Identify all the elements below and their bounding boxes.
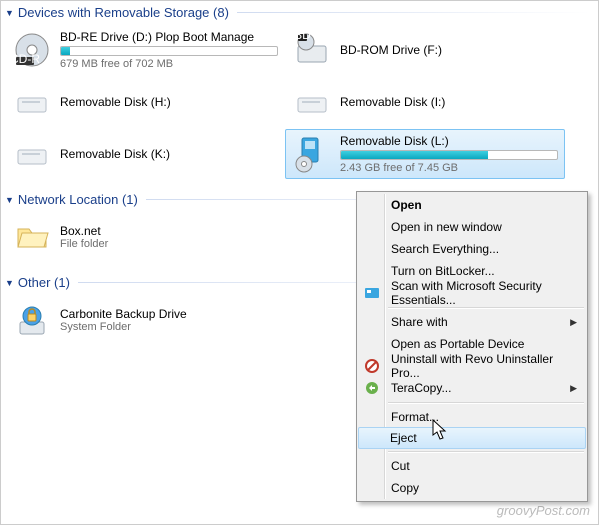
svg-text:BD: BD [294, 32, 311, 42]
drive-name: Removable Disk (I:) [340, 95, 558, 109]
removable-media-icon [292, 134, 332, 174]
menu-revo-uninstall[interactable]: Uninstall with Revo Uninstaller Pro... [359, 355, 585, 377]
watermark: groovyPost.com [497, 503, 590, 518]
collapse-icon: ▼ [5, 195, 14, 205]
item-name: Carbonite Backup Drive [60, 307, 278, 321]
drive-name: BD-ROM Drive (F:) [340, 43, 558, 57]
menu-copy[interactable]: Copy [359, 477, 585, 499]
removable-icon [12, 82, 52, 122]
menu-msse-scan[interactable]: Scan with Microsoft Security Essentials.… [359, 282, 585, 304]
drive-k[interactable]: Removable Disk (K:) [5, 129, 285, 179]
collapse-icon: ▼ [5, 278, 14, 288]
folder-icon [12, 217, 52, 257]
item-carbonite[interactable]: Carbonite Backup Drive System Folder [5, 295, 285, 345]
drive-bdre[interactable]: CD-R BD-RE Drive (D:) Plop Boot Manage 6… [5, 25, 285, 75]
divider [237, 12, 590, 13]
storage-bar [60, 46, 278, 56]
bd-icon: BD [292, 30, 332, 70]
context-menu: Open Open in new window Search Everythin… [356, 191, 588, 502]
drive-sub: 679 MB free of 702 MB [60, 58, 278, 70]
item-sub: File folder [60, 238, 278, 250]
group-title: Other (1) [18, 275, 70, 290]
item-name: Box.net [60, 224, 278, 238]
menu-format[interactable]: Format... [359, 406, 585, 428]
revo-icon [363, 357, 381, 375]
menu-separator [388, 451, 584, 452]
lock-icon [12, 300, 52, 340]
menu-cut[interactable]: Cut [359, 455, 585, 477]
cd-r-icon: CD-R [12, 30, 52, 70]
drive-sub: 2.43 GB free of 7.45 GB [340, 162, 558, 174]
item-boxnet[interactable]: Box.net File folder [5, 212, 285, 262]
menu-open-new-window[interactable]: Open in new window [359, 216, 585, 238]
storage-bar [340, 150, 558, 160]
menu-separator [388, 307, 584, 308]
menu-teracopy[interactable]: TeraCopy...▶ [359, 377, 585, 399]
menu-open[interactable]: Open [359, 194, 585, 216]
group-header-removable[interactable]: ▼ Devices with Removable Storage (8) [1, 1, 598, 22]
submenu-arrow-icon: ▶ [570, 317, 577, 328]
drive-name: Removable Disk (H:) [60, 95, 278, 109]
drive-name: Removable Disk (L:) [340, 134, 558, 148]
teracopy-icon [363, 379, 381, 397]
group-title: Devices with Removable Storage (8) [18, 5, 229, 20]
drive-bdrom[interactable]: BD BD-ROM Drive (F:) [285, 25, 565, 75]
removable-icon [12, 134, 52, 174]
menu-share-with[interactable]: Share with▶ [359, 311, 585, 333]
group-title: Network Location (1) [18, 192, 138, 207]
collapse-icon: ▼ [5, 8, 14, 18]
item-sub: System Folder [60, 321, 278, 333]
drive-name: BD-RE Drive (D:) Plop Boot Manage [60, 30, 278, 44]
removable-icon [292, 82, 332, 122]
drive-i[interactable]: Removable Disk (I:) [285, 77, 565, 127]
msse-icon [363, 284, 381, 302]
menu-search-everything[interactable]: Search Everything... [359, 238, 585, 260]
menu-eject[interactable]: Eject [358, 427, 586, 449]
submenu-arrow-icon: ▶ [570, 383, 577, 394]
menu-separator [388, 402, 584, 403]
drive-name: Removable Disk (K:) [60, 147, 278, 161]
drive-l[interactable]: Removable Disk (L:) 2.43 GB free of 7.45… [285, 129, 565, 179]
svg-text:CD-R: CD-R [14, 52, 40, 66]
drive-h[interactable]: Removable Disk (H:) [5, 77, 285, 127]
